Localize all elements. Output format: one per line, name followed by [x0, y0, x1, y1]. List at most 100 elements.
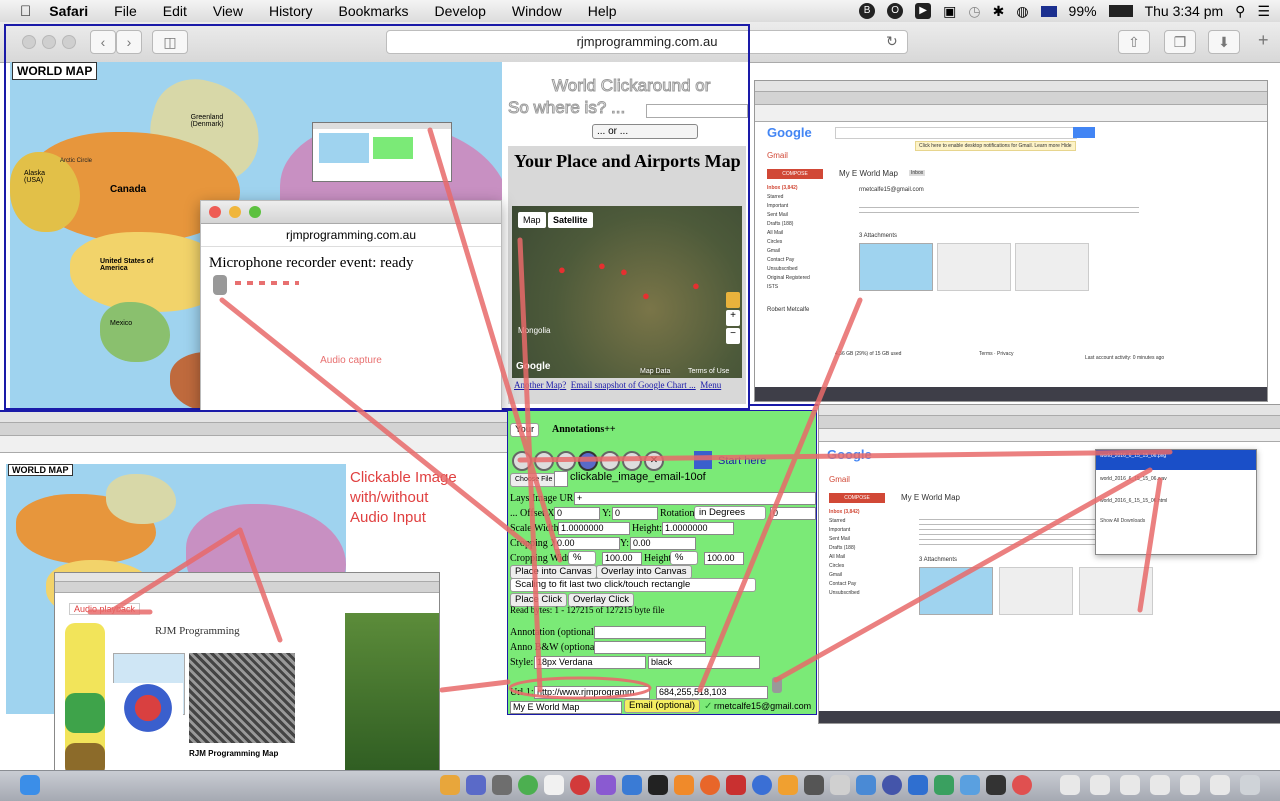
camera-icon[interactable]: ▣: [943, 3, 956, 20]
map-data-label[interactable]: Map Data: [640, 368, 671, 375]
mic-window-minimize-button[interactable]: [229, 206, 241, 218]
zoom-in-button[interactable]: +: [726, 310, 740, 326]
menu-file[interactable]: File: [114, 3, 137, 19]
time-machine-icon[interactable]: ◷: [968, 3, 980, 20]
crop-height-unit-select[interactable]: %: [670, 551, 698, 565]
image-url-input[interactable]: +: [574, 492, 816, 505]
gmail-top-search-button[interactable]: [1073, 127, 1095, 138]
menu-develop[interactable]: Develop: [435, 3, 486, 19]
menu-link[interactable]: Menu: [700, 380, 721, 390]
crop-y-input[interactable]: 0.00: [630, 537, 696, 550]
gmail-top-contact[interactable]: Robert Metcalfe: [767, 307, 809, 313]
gmail-sidebar-item[interactable]: Gmail: [767, 248, 810, 254]
app-icon[interactable]: [960, 775, 980, 795]
gmail-sidebar-item[interactable]: Circles: [829, 563, 860, 569]
app-icon[interactable]: [622, 775, 642, 795]
attachment-audio-thumbnail[interactable]: [999, 567, 1073, 615]
menu-history[interactable]: History: [269, 3, 313, 19]
line-tool-icon[interactable]: [622, 451, 642, 471]
circle-status-icon[interactable]: O: [887, 3, 904, 19]
gmail-sidebar-item[interactable]: Inbox (3,842): [767, 185, 810, 191]
folder-icon[interactable]: [1210, 775, 1230, 795]
trash-icon[interactable]: [1240, 775, 1260, 795]
download-item[interactable]: world_2016_6_15_15_06.wav: [1096, 470, 1256, 492]
gmail-sidebar-item[interactable]: Important: [829, 527, 860, 533]
airport-marker-icon[interactable]: ●: [642, 288, 650, 303]
menu-window[interactable]: Window: [512, 3, 562, 19]
microphone-icon[interactable]: [772, 677, 782, 693]
battery-percent[interactable]: 99%: [1069, 3, 1097, 19]
opera-icon[interactable]: [570, 775, 590, 795]
wifi-icon[interactable]: ◍: [1016, 3, 1028, 20]
menu-app-name[interactable]: Safari: [49, 3, 88, 19]
firefox-icon[interactable]: [700, 775, 720, 795]
zoom-out-button[interactable]: −: [726, 328, 740, 344]
app-icon[interactable]: [440, 775, 460, 795]
pencil-tool-icon[interactable]: [512, 451, 532, 471]
tile-status-icon[interactable]: ▶: [915, 3, 932, 19]
app-icon[interactable]: [934, 775, 954, 795]
reload-icon[interactable]: ↻: [886, 33, 898, 50]
menu-help[interactable]: Help: [588, 3, 617, 19]
download-item[interactable]: world_2016_6_15_15_06.html: [1096, 492, 1256, 514]
attachment-html-thumbnail[interactable]: [1015, 243, 1089, 291]
app-icon[interactable]: [882, 775, 902, 795]
vlc-icon[interactable]: [778, 775, 798, 795]
spotlight-search-icon[interactable]: ⚲: [1235, 3, 1245, 20]
gmail-sidebar-item[interactable]: Important: [767, 203, 810, 209]
coords-input[interactable]: 684,255,518,103: [656, 686, 768, 699]
app-icon[interactable]: [752, 775, 772, 795]
new-tab-icon[interactable]: +: [1258, 30, 1269, 51]
folder-icon[interactable]: [1060, 775, 1080, 795]
audio-playback-label[interactable]: Audio playback: [69, 603, 141, 615]
attachment-map-thumbnail[interactable]: [859, 243, 933, 291]
scaling-select[interactable]: Scaling to fit last two click/touch rect…: [510, 578, 756, 592]
folder-icon[interactable]: [1120, 775, 1140, 795]
gmail-top-compose[interactable]: COMPOSE: [767, 169, 823, 179]
downloads-icon[interactable]: ⬇: [1208, 30, 1240, 54]
gmail-sidebar-item[interactable]: Contact Pay: [829, 581, 860, 587]
offset-x-input[interactable]: 0: [554, 507, 600, 520]
gmail-top-inbox-tag[interactable]: Inbox: [909, 170, 926, 176]
folder-icon[interactable]: [1090, 775, 1110, 795]
bold-b-status-icon[interactable]: B: [859, 3, 876, 19]
gmail-top-label[interactable]: Gmail: [767, 151, 788, 160]
email-snapshot-link[interactable]: Email snapshot of Google Chart ...: [571, 380, 696, 390]
satellite-map[interactable]: Map Satellite ● ● ● ● ● Mongolia + − Goo…: [512, 206, 742, 378]
clickaround-select[interactable]: ... or ...: [592, 124, 698, 139]
finder-icon[interactable]: [20, 775, 40, 795]
airport-marker-icon[interactable]: ●: [620, 264, 628, 279]
gmail-sidebar-item[interactable]: Unsubscribed: [829, 590, 860, 596]
app-icon[interactable]: [986, 775, 1006, 795]
crop-width-input[interactable]: 100.00: [602, 552, 642, 565]
start-here-link[interactable]: Start here: [718, 455, 766, 467]
app-icon[interactable]: [492, 775, 512, 795]
menu-edit[interactable]: Edit: [163, 3, 187, 19]
another-map-link[interactable]: Another Map?: [514, 380, 566, 390]
terminal-icon[interactable]: [648, 775, 668, 795]
tabs-overview-icon[interactable]: ❐: [1164, 30, 1196, 54]
app-icon[interactable]: [674, 775, 694, 795]
square-tool-icon[interactable]: [556, 451, 576, 471]
share-icon[interactable]: ⇧: [1118, 30, 1150, 54]
folder-icon[interactable]: [1150, 775, 1170, 795]
rjm-tile[interactable]: [65, 693, 105, 733]
gmail-sidebar-item[interactable]: Contact Pay: [767, 257, 810, 263]
attachment-html-thumbnail[interactable]: [1079, 567, 1153, 615]
your-select[interactable]: Your: [510, 423, 540, 437]
gmail-sidebar-item[interactable]: Drafts (188): [767, 221, 810, 227]
email-button[interactable]: Email (optional): [624, 699, 700, 713]
menu-view[interactable]: View: [213, 3, 243, 19]
microphone-icon[interactable]: [213, 275, 227, 295]
gmail-sidebar-item[interactable]: Unsubscribed: [767, 266, 810, 272]
airport-marker-icon[interactable]: ●: [692, 278, 700, 293]
satellite-type-button[interactable]: Satellite: [548, 212, 593, 228]
rotation-input[interactable]: 0: [770, 507, 816, 520]
crop-width-unit-select[interactable]: %: [568, 551, 596, 565]
gmail-sidebar-item[interactable]: ISTS: [767, 284, 810, 290]
gmail-sidebar-item[interactable]: All Mail: [767, 230, 810, 236]
attachment-audio-thumbnail[interactable]: [937, 243, 1011, 291]
download-item-selected[interactable]: world_2016_6_15_15_06.png: [1096, 450, 1256, 470]
gmail-sidebar-item[interactable]: Gmail: [829, 572, 860, 578]
app-icon[interactable]: [856, 775, 876, 795]
